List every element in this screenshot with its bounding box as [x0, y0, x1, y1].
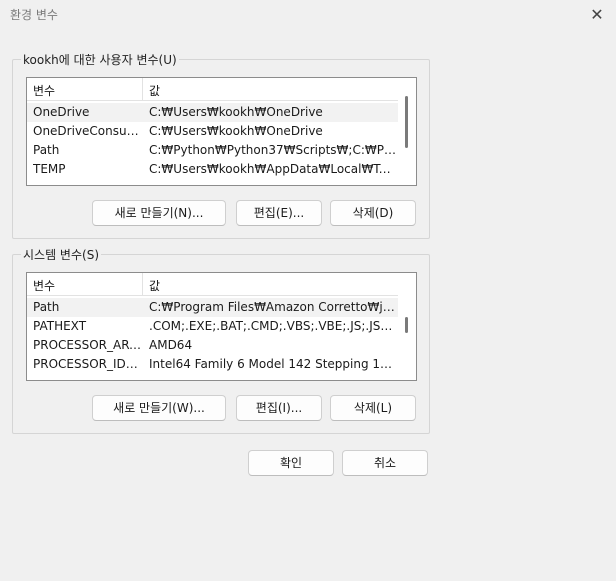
column-divider[interactable] — [142, 78, 143, 100]
variable-name: OneDriveConsumer — [33, 124, 145, 138]
variable-name: PROCESSOR_ARC... — [33, 338, 145, 352]
scrollbar-thumb[interactable] — [405, 317, 408, 333]
variable-value: .COM;.EXE;.BAT;.CMD;.VBS;.VBE;.JS;.JSE;.… — [149, 319, 397, 333]
user-variables-label: kookh에 대한 사용자 변수(U) — [21, 51, 179, 68]
column-header-value[interactable]: 값 — [149, 82, 160, 99]
vertical-scrollbar[interactable] — [398, 78, 416, 185]
variable-name: Path — [33, 300, 60, 314]
list-header: 변수 값 — [27, 78, 398, 101]
system-variables-label: 시스템 변수(S) — [21, 246, 101, 263]
system-new-button[interactable]: 새로 만들기(W)... — [92, 395, 226, 421]
variable-name: PROCESSOR_IDEN... — [33, 357, 145, 371]
table-row[interactable]: TEMP C:₩Users₩kookh₩AppData₩Local₩Temp — [27, 160, 398, 179]
user-variables-group: kookh에 대한 사용자 변수(U) 변수 값 OneDrive C:₩Use… — [12, 51, 430, 239]
list-header: 변수 값 — [27, 273, 398, 296]
variable-value: C:₩Users₩kookh₩OneDrive — [149, 105, 323, 119]
variable-value: AMD64 — [149, 338, 193, 352]
column-divider[interactable] — [142, 273, 143, 295]
system-variables-group: 시스템 변수(S) 변수 값 Path C:₩Program Files₩Ama… — [12, 246, 430, 434]
variable-value: C:₩Python₩Python37₩Scripts₩;C:₩Python... — [149, 143, 397, 157]
variable-value: C:₩Users₩kookh₩AppData₩Local₩Temp — [149, 162, 397, 176]
variable-value: C:₩Program Files₩Amazon Corretto₩jdk11..… — [149, 300, 397, 314]
table-row[interactable]: OneDrive C:₩Users₩kookh₩OneDrive — [27, 103, 398, 122]
user-variables-list[interactable]: 변수 값 OneDrive C:₩Users₩kookh₩OneDrive On… — [26, 77, 417, 186]
table-row[interactable]: OneDriveConsumer C:₩Users₩kookh₩OneDrive — [27, 122, 398, 141]
variable-name: TEMP — [33, 162, 66, 176]
variable-value: Intel64 Family 6 Model 142 Stepping 12, … — [149, 357, 397, 371]
variable-name: PATHEXT — [33, 319, 87, 333]
column-header-value[interactable]: 값 — [149, 277, 160, 294]
system-edit-button[interactable]: 편집(I)... — [236, 395, 322, 421]
user-new-button[interactable]: 새로 만들기(N)... — [92, 200, 226, 226]
table-row[interactable]: PROCESSOR_ARC... AMD64 — [27, 336, 398, 355]
variable-value: C:₩Users₩kookh₩OneDrive — [149, 124, 323, 138]
column-header-variable[interactable]: 변수 — [33, 277, 55, 294]
title-bar: 환경 변수 ✕ — [0, 0, 616, 30]
variable-name: Path — [33, 143, 60, 157]
variable-name: OneDrive — [33, 105, 90, 119]
scrollbar-thumb[interactable] — [405, 96, 408, 148]
table-row[interactable]: PATHEXT .COM;.EXE;.BAT;.CMD;.VBS;.VBE;.J… — [27, 317, 398, 336]
cancel-button[interactable]: 취소 — [342, 450, 428, 476]
user-edit-button[interactable]: 편집(E)... — [236, 200, 322, 226]
ok-button[interactable]: 확인 — [248, 450, 334, 476]
column-header-variable[interactable]: 변수 — [33, 82, 55, 99]
table-row[interactable]: Path C:₩Python₩Python37₩Scripts₩;C:₩Pyth… — [27, 141, 398, 160]
system-variables-list[interactable]: 변수 값 Path C:₩Program Files₩Amazon Corret… — [26, 272, 417, 381]
close-icon[interactable]: ✕ — [586, 4, 608, 26]
table-row[interactable]: PROCESSOR_IDEN... Intel64 Family 6 Model… — [27, 355, 398, 374]
user-delete-button[interactable]: 삭제(D) — [330, 200, 416, 226]
table-row[interactable]: Path C:₩Program Files₩Amazon Corretto₩jd… — [27, 298, 398, 317]
system-delete-button[interactable]: 삭제(L) — [330, 395, 416, 421]
vertical-scrollbar[interactable] — [398, 273, 416, 380]
window-title: 환경 변수 — [10, 8, 58, 22]
